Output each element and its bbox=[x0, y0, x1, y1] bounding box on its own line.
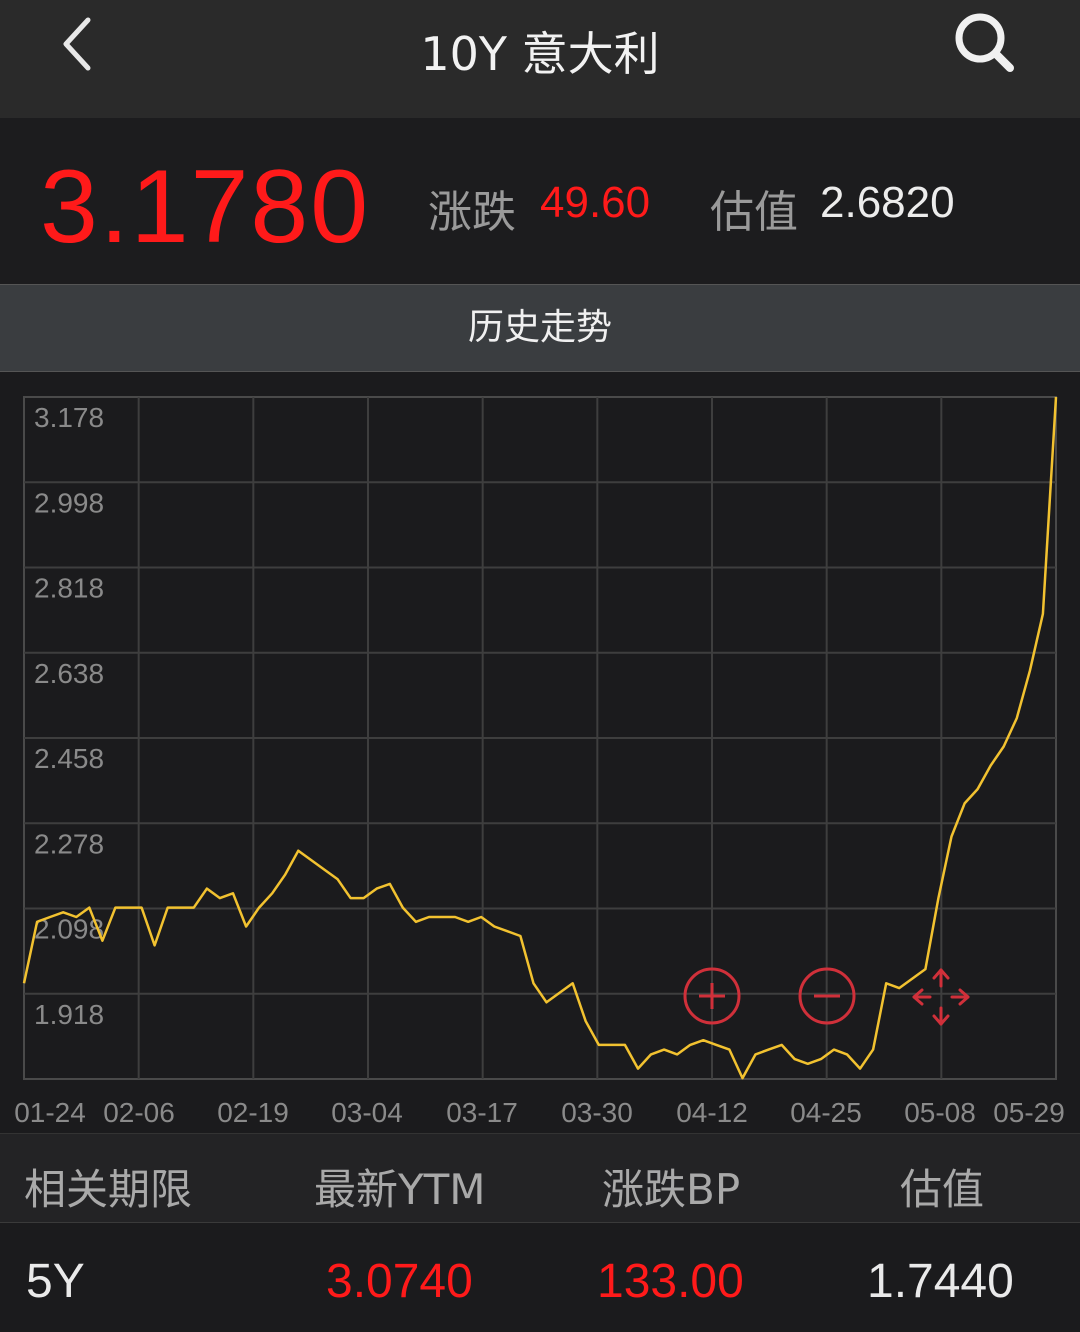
x-tick-label: 03-30 bbox=[561, 1097, 633, 1128]
estimate-label: 估值 bbox=[710, 187, 798, 238]
cell-term: 5Y bbox=[26, 1255, 85, 1308]
tab-history-trend[interactable]: 历史走势 bbox=[0, 284, 1080, 372]
x-tick-label: 05-29 bbox=[993, 1097, 1065, 1128]
pan-arrows-icon bbox=[912, 968, 970, 1026]
x-tick-label: 02-19 bbox=[217, 1097, 289, 1128]
estimate-value: 2.6820 bbox=[820, 178, 955, 227]
x-tick-label: 02-06 bbox=[103, 1097, 175, 1128]
top-bar: 10Y 意大利 bbox=[0, 0, 1080, 118]
x-tick-label: 05-08 bbox=[904, 1097, 976, 1128]
y-tick-label: 2.998 bbox=[34, 487, 104, 518]
y-tick-label: 2.458 bbox=[34, 743, 104, 774]
zoom-out-icon bbox=[798, 967, 856, 1025]
x-tick-label: 04-12 bbox=[676, 1097, 748, 1128]
header-change-bp: 涨跌BP bbox=[602, 1165, 741, 1214]
x-tick-label: 03-17 bbox=[446, 1097, 518, 1128]
change-value: 49.60 bbox=[540, 178, 651, 227]
zoom-out-button[interactable] bbox=[797, 966, 857, 1026]
change-label: 涨跌 bbox=[428, 187, 516, 238]
x-tick-label: 04-25 bbox=[790, 1097, 862, 1128]
header-latest-ytm: 最新YTM bbox=[314, 1165, 486, 1214]
cell-estimate: 1.7440 bbox=[867, 1255, 1014, 1308]
header-estimate: 估值 bbox=[900, 1165, 985, 1214]
related-terms-header: 相关期限 最新YTM 涨跌BP 估值 bbox=[0, 1133, 1080, 1223]
cell-latest-ytm: 3.0740 bbox=[326, 1255, 473, 1308]
y-tick-label: 2.278 bbox=[34, 828, 104, 859]
y-tick-label: 1.918 bbox=[34, 999, 104, 1030]
quote-panel: 3.1780 涨跌 49.60 估值 2.6820 bbox=[0, 118, 1080, 284]
zoom-in-button[interactable] bbox=[682, 966, 742, 1026]
header-term: 相关期限 bbox=[24, 1165, 193, 1214]
x-tick-label: 03-04 bbox=[331, 1097, 403, 1128]
x-tick-label: 01-24 bbox=[14, 1097, 86, 1128]
current-yield: 3.1780 bbox=[40, 149, 371, 265]
zoom-in-icon bbox=[683, 967, 741, 1025]
y-tick-label: 2.638 bbox=[34, 658, 104, 689]
cell-change-bp: 133.00 bbox=[597, 1255, 744, 1308]
pan-button[interactable] bbox=[910, 966, 972, 1028]
table-row[interactable]: 5Y 3.0740 133.00 1.7440 bbox=[0, 1224, 1080, 1332]
y-tick-label: 2.818 bbox=[34, 573, 104, 604]
page-title: 10Y 意大利 bbox=[420, 27, 660, 81]
y-tick-label: 3.178 bbox=[34, 402, 104, 433]
search-button[interactable] bbox=[948, 6, 1020, 78]
search-icon bbox=[955, 13, 1014, 72]
